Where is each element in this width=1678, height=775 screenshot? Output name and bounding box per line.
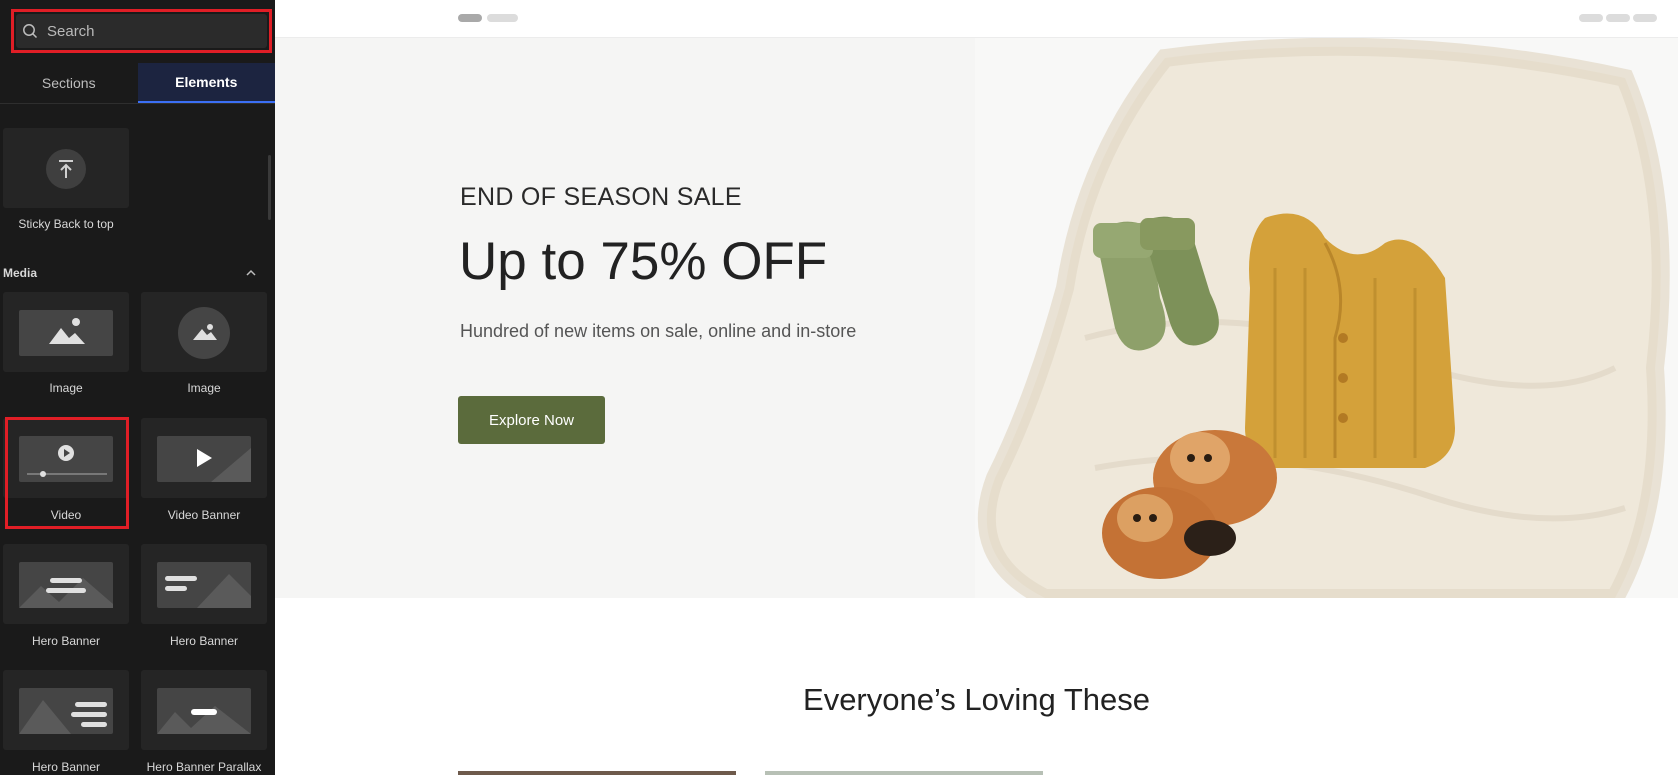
baby-clothes-illustration — [977, 38, 1670, 598]
element-label: Video Banner — [167, 508, 241, 522]
tab-elements[interactable]: Elements — [137, 63, 275, 103]
hero-title: Up to 75% OFF — [459, 232, 828, 291]
product-card[interactable] — [458, 771, 736, 775]
hero-banner-right-icon — [19, 688, 113, 734]
section-title: Everyone’s Loving These — [803, 682, 1150, 717]
chevron-up-icon[interactable] — [245, 268, 257, 278]
product-card[interactable] — [765, 771, 1043, 775]
element-hero-banner[interactable] — [3, 544, 129, 624]
search-icon — [23, 24, 38, 39]
element-label: Hero Banner — [31, 634, 101, 648]
hero-banner-icon — [19, 562, 113, 608]
image-circle-icon — [178, 307, 230, 359]
element-sticky-back-to-top[interactable] — [3, 128, 129, 208]
element-video-banner[interactable] — [141, 418, 267, 498]
media-section-title: Media — [3, 266, 38, 280]
hero-banner-left-icon — [157, 562, 251, 608]
element-hero-banner-right[interactable] — [3, 670, 129, 750]
sidebar-tabs: Sections Elements — [0, 63, 275, 104]
element-hero-banner-left[interactable] — [141, 544, 267, 624]
toolbar-placeholder[interactable] — [1579, 14, 1603, 22]
element-label: Sticky Back to top — [18, 217, 114, 231]
video-element-highlight — [5, 417, 129, 529]
element-label: Hero Banner — [31, 760, 101, 774]
image-icon — [19, 310, 113, 356]
explore-now-button[interactable]: Explore Now — [458, 396, 605, 444]
search-box[interactable] — [16, 14, 267, 48]
tab-sections[interactable]: Sections — [0, 63, 138, 103]
hero-product-image — [975, 38, 1678, 598]
element-hero-banner-parallax[interactable] — [141, 670, 267, 750]
device-toggle[interactable] — [487, 14, 518, 22]
search-input[interactable] — [47, 22, 247, 40]
search-highlight — [11, 9, 272, 53]
element-label: Hero Banner — [169, 634, 239, 648]
hero-banner[interactable]: END OF SEASON SALE Up to 75% OFF Hundred… — [275, 38, 1678, 598]
element-label: Image — [49, 381, 83, 395]
hero-subtitle: Hundred of new items on sale, online and… — [460, 321, 857, 341]
device-toggle[interactable] — [458, 14, 482, 22]
toolbar-placeholder[interactable] — [1606, 14, 1630, 22]
arrow-up-to-top-icon — [46, 149, 86, 189]
sidebar-scrollbar[interactable] — [268, 155, 271, 220]
hero-eyebrow: END OF SEASON SALE — [460, 183, 742, 211]
page-canvas: END OF SEASON SALE Up to 75% OFF Hundred… — [275, 0, 1678, 775]
canvas-topbar — [275, 0, 1678, 38]
hero-banner-parallax-icon — [157, 688, 251, 734]
element-label: Hero Banner Parallax — [146, 760, 262, 774]
element-label: Image — [187, 381, 221, 395]
element-image-circle[interactable] — [141, 292, 267, 372]
elements-sidebar: Sections Elements Sticky Back to top Med… — [0, 0, 275, 775]
toolbar-placeholder[interactable] — [1633, 14, 1657, 22]
element-image[interactable] — [3, 292, 129, 372]
video-banner-icon — [157, 436, 251, 482]
